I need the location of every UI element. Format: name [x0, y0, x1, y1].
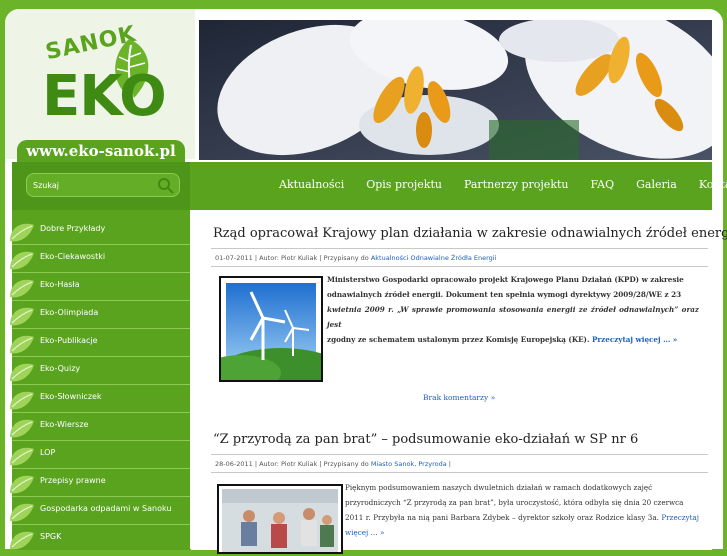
sidebar-item-label: Eko-Hasła [40, 280, 80, 289]
category-link[interactable]: Miasto Sanok [371, 460, 414, 468]
post-excerpt: Pięknym podsumowaniem naszych dwuletnich… [345, 480, 699, 540]
sidebar-item-label: Gospodarka odpadami w Sanoku [40, 504, 172, 513]
post-line: kwietnia 2009 r. „W sprawie promowania s… [327, 305, 699, 329]
post-line: odnawialnych źródeł energii. Dokument te… [327, 290, 682, 299]
post-meta-text: 01-07-2011 | Autor: Piotr Kuliak | Przyp… [215, 254, 369, 262]
leaf-icon [10, 363, 34, 382]
sidebar-item-spgk[interactable]: SPGK [10, 524, 190, 552]
post-divider [211, 248, 708, 249]
nav-item-galeria[interactable]: Galeria [636, 178, 677, 191]
nav-item-opis-projektu[interactable]: Opis projektu [366, 178, 442, 191]
sidebar-item-eko-slowniczek[interactable]: Eko-Słowniczek [10, 384, 190, 413]
sidebar-item-eko-quizy[interactable]: Eko-Quizy [10, 356, 190, 385]
post-line: Ministerstwo Gospodarki opracowało proje… [327, 275, 684, 284]
leaf-icon [10, 503, 34, 522]
search-input[interactable] [33, 174, 151, 196]
post-excerpt: Ministerstwo Gospodarki opracowało proje… [327, 272, 699, 347]
post-meta: 01-07-2011 | Autor: Piotr Kuliak | Przyp… [215, 254, 496, 262]
sidebar-item-label: Eko-Ciekawostki [40, 252, 106, 261]
sidebar-item-lop[interactable]: LOP [10, 440, 190, 469]
post-title[interactable]: “Z przyrodą za pan brat” – podsumowanie … [213, 432, 638, 447]
leaf-icon [10, 279, 34, 298]
nav-item-partnerzy-projektu[interactable]: Partnerzy projektu [464, 178, 569, 191]
post-divider [211, 266, 708, 267]
header-flower-image [199, 20, 712, 160]
site-url[interactable]: www.eko-sanok.pl [17, 140, 185, 162]
sidebar-item-gospodarka-odpadami[interactable]: Gospodarka odpadami w Sanoku [10, 496, 190, 525]
search-icon[interactable] [157, 177, 175, 195]
sidebar-item-label: Eko-Publikacje [40, 336, 98, 345]
leaf-icon [10, 251, 34, 270]
sidebar-item-label: Przepisy prawne [40, 476, 106, 485]
sidebar-item-label: Eko-Olimpiada [40, 308, 99, 317]
post-line: Pięknym podsumowaniem naszych dwuletnich… [345, 483, 653, 492]
post-meta-text: 28-06-2011 | Autor: Piotr Kuliak | Przyp… [215, 460, 369, 468]
post-thumbnail[interactable] [217, 484, 343, 554]
post-line: przyrodniczych “Z przyrodą za pan brat”,… [345, 498, 684, 507]
post-thumbnail[interactable] [201, 276, 351, 408]
sidebar-item-label: Eko-Quizy [40, 364, 81, 373]
post-divider [211, 454, 708, 455]
sidebar-item-label: SPGK [40, 532, 62, 541]
leaf-icon [10, 419, 34, 438]
category-link[interactable]: Aktualności [371, 254, 409, 262]
sidebar-item-label: Eko-Wiersze [40, 420, 89, 429]
leaf-icon [10, 391, 34, 410]
sidebar-item-label: LOP [40, 448, 56, 457]
post-divider [211, 472, 708, 473]
flower-illustration [199, 20, 712, 160]
sidebar-item-eko-wiersze[interactable]: Eko-Wiersze [10, 412, 190, 441]
logo-eko-text: EKO [42, 64, 167, 129]
logo[interactable]: SANOK EKO [5, 9, 195, 159]
post-line-text: zgodny ze schematem ustalonym przez Komi… [327, 335, 590, 344]
post-line: zgodny ze schematem ustalonym przez Komi… [327, 332, 699, 347]
sidebar-item-przepisy-prawne[interactable]: Przepisy prawne [10, 468, 190, 497]
sidebar-item-label: Dobre Przykłady [40, 224, 106, 233]
read-more-link[interactable]: Przeczytaj więcej … » [592, 335, 677, 344]
nav-item-aktualnosci[interactable]: Aktualności [279, 178, 344, 191]
sidebar-item-label: Eko-Słowniczek [40, 392, 102, 401]
leaf-icon [10, 531, 34, 550]
post-line: 2011 r. Przybyła na nią pani Barbara Zdy… [345, 510, 699, 540]
sidebar: Dobre Przykłady Eko-Ciekawostki Eko-Hasł… [10, 210, 190, 552]
leaf-icon [10, 447, 34, 466]
page: SANOK EKO www.eko-sanok.pl Szukaj Aktual… [0, 0, 727, 554]
sidebar-item-eko-hasla[interactable]: Eko-Hasła [10, 272, 190, 301]
main-content: Rząd opracował Krajowy plan działania w … [191, 210, 727, 554]
category-link[interactable]: Odnawialne Źródła Energii [410, 254, 496, 262]
category-link[interactable]: Przyroda [418, 460, 446, 468]
search-box[interactable] [26, 173, 180, 197]
sidebar-item-eko-olimpiada[interactable]: Eko-Olimpiada [10, 300, 190, 329]
nav-item-kontakt[interactable]: Kontakt [699, 178, 727, 191]
sidebar-item-dobre-przyklady[interactable]: Dobre Przykłady [10, 216, 190, 245]
nav-menu: Aktualności Opis projektu Partnerzy proj… [268, 162, 727, 206]
leaf-icon [10, 307, 34, 326]
nav-item-faq[interactable]: FAQ [591, 178, 615, 191]
sidebar-item-eko-ciekawostki[interactable]: Eko-Ciekawostki [10, 244, 190, 273]
class-photo-image [222, 489, 338, 552]
leaf-icon [10, 223, 34, 242]
comments-link[interactable]: Brak komentarzy » [423, 393, 495, 402]
post-meta: 28-06-2011 | Autor: Piotr Kuliak | Przyp… [215, 460, 451, 468]
leaf-icon [10, 335, 34, 354]
leaf-icon [10, 475, 34, 494]
sidebar-item-eko-publikacje[interactable]: Eko-Publikacje [10, 328, 190, 357]
post-title[interactable]: Rząd opracował Krajowy plan działania w … [213, 226, 727, 241]
wind-turbine-image [201, 283, 351, 408]
post-line-text: 2011 r. Przybyła na nią pani Barbara Zdy… [345, 513, 659, 522]
